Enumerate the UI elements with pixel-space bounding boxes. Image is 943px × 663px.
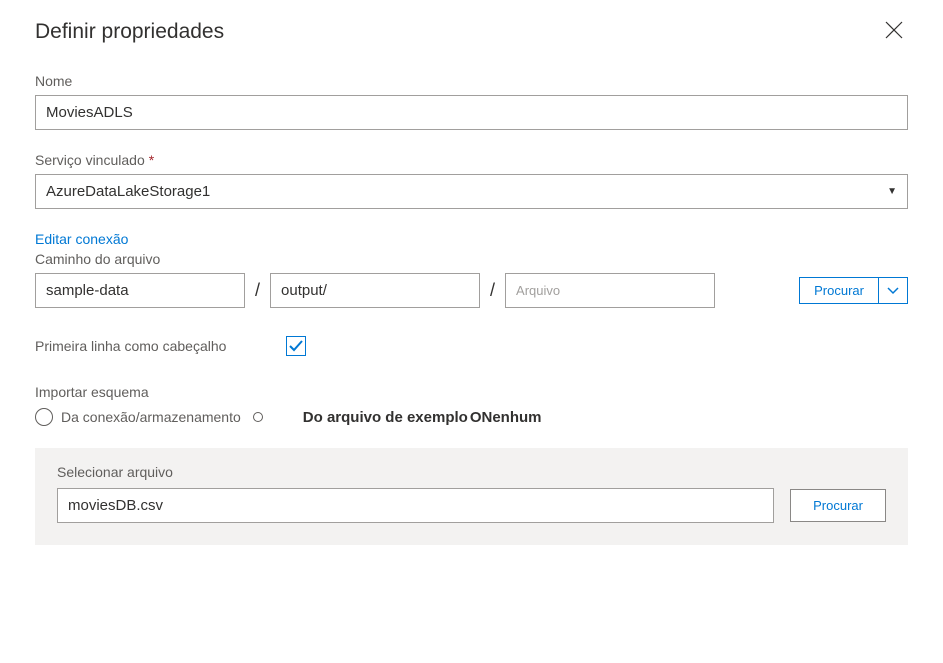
file-input[interactable] bbox=[505, 273, 715, 308]
name-field-group: Nome bbox=[35, 73, 908, 130]
linked-service-label: Serviço vinculado* bbox=[35, 152, 908, 168]
browse-button[interactable]: Procurar bbox=[799, 277, 879, 304]
first-row-header-group: Primeira linha como cabeçalho bbox=[35, 336, 908, 356]
radio-from-connection[interactable]: Da conexão/armazenamento bbox=[35, 408, 263, 426]
file-path-label: Caminho do arquivo bbox=[35, 251, 908, 267]
browse-button-group: Procurar bbox=[799, 277, 908, 304]
first-row-header-checkbox[interactable] bbox=[286, 336, 306, 356]
import-schema-radio-group: Da conexão/armazenamento Do arquivo de e… bbox=[35, 408, 908, 426]
select-file-label: Selecionar arquivo bbox=[57, 464, 886, 480]
name-input[interactable] bbox=[35, 95, 908, 130]
directory-input[interactable] bbox=[270, 273, 480, 308]
edit-connection-link[interactable]: Editar conexão bbox=[35, 231, 128, 247]
file-path-group: Editar conexão Caminho do arquivo / / Pr… bbox=[35, 231, 908, 308]
linked-service-label-text: Serviço vinculado bbox=[35, 152, 145, 168]
radio-circle-icon bbox=[35, 408, 53, 426]
chevron-down-icon bbox=[887, 287, 899, 295]
select-file-input[interactable] bbox=[57, 488, 774, 523]
file-path-row: / / Procurar bbox=[35, 273, 908, 308]
page-title: Definir propriedades bbox=[35, 20, 224, 44]
required-asterisk: * bbox=[149, 152, 154, 168]
import-schema-group: Importar esquema Da conexão/armazenament… bbox=[35, 384, 908, 426]
chevron-down-icon: ▼ bbox=[887, 186, 897, 197]
select-file-browse-button[interactable]: Procurar bbox=[790, 489, 886, 522]
browse-dropdown-button[interactable] bbox=[879, 277, 908, 304]
linked-service-group: Serviço vinculado* AzureDataLakeStorage1… bbox=[35, 152, 908, 209]
linked-service-value: AzureDataLakeStorage1 bbox=[46, 183, 210, 200]
path-separator: / bbox=[490, 280, 495, 301]
radio-from-sample[interactable]: Do arquivo de exemplo ONenhum bbox=[303, 409, 542, 426]
checkmark-icon bbox=[288, 338, 304, 354]
dialog-header: Definir propriedades bbox=[35, 20, 908, 45]
radio-from-sample-label: Do arquivo de exemplo bbox=[303, 409, 468, 426]
name-label: Nome bbox=[35, 73, 908, 89]
radio-none-label: ONenhum bbox=[470, 409, 542, 426]
close-icon[interactable] bbox=[880, 20, 908, 45]
radio-from-connection-label: Da conexão/armazenamento bbox=[61, 409, 241, 425]
path-separator: / bbox=[255, 280, 260, 301]
linked-service-select[interactable]: AzureDataLakeStorage1 ▼ bbox=[35, 174, 908, 209]
radio-circle-icon bbox=[253, 412, 263, 422]
container-input[interactable] bbox=[35, 273, 245, 308]
import-schema-label: Importar esquema bbox=[35, 384, 908, 400]
select-file-panel: Selecionar arquivo Procurar bbox=[35, 448, 908, 545]
first-row-header-label: Primeira linha como cabeçalho bbox=[35, 338, 226, 354]
select-file-row: Procurar bbox=[57, 488, 886, 523]
